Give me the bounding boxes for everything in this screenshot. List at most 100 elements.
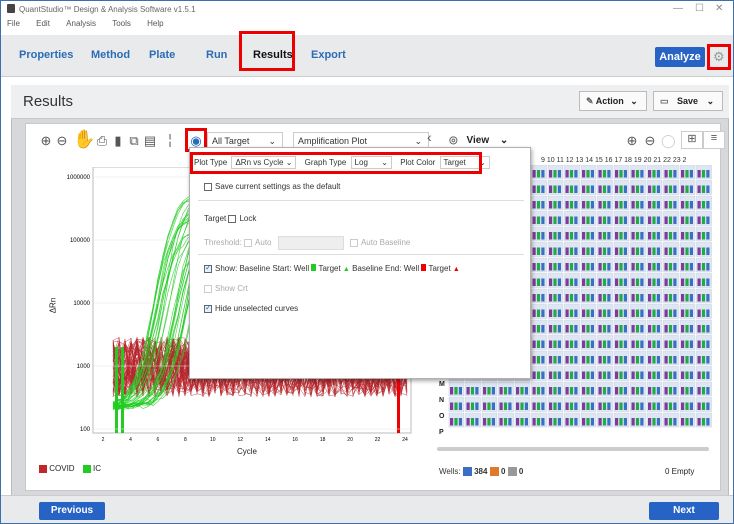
plate-well[interactable] xyxy=(679,288,696,304)
plate-well[interactable] xyxy=(531,335,547,350)
plate-well[interactable] xyxy=(696,304,712,319)
plate-well[interactable] xyxy=(663,335,679,350)
menu-file[interactable]: File xyxy=(7,19,20,28)
plate-well[interactable] xyxy=(597,412,613,428)
plate-well[interactable] xyxy=(646,180,663,195)
plate-well[interactable] xyxy=(630,180,646,195)
plate-well[interactable] xyxy=(613,273,630,288)
plate-well[interactable] xyxy=(613,381,630,397)
plate-well[interactable] xyxy=(663,412,679,428)
plate-well[interactable] xyxy=(580,366,597,381)
plate-well[interactable] xyxy=(597,195,613,211)
plate-well[interactable] xyxy=(630,304,646,319)
plate-well[interactable] xyxy=(663,288,679,304)
show-baseline-checkbox[interactable] xyxy=(204,263,212,273)
plate-well[interactable] xyxy=(547,319,564,335)
plate-well[interactable] xyxy=(696,397,712,412)
plate-well[interactable] xyxy=(580,412,597,428)
plate-well[interactable] xyxy=(679,335,696,350)
plate-well[interactable] xyxy=(696,288,712,304)
plate-well[interactable] xyxy=(564,335,580,350)
plate-well[interactable] xyxy=(613,288,630,304)
plate-well[interactable] xyxy=(531,304,547,319)
plate-well[interactable] xyxy=(646,350,663,366)
plate-well[interactable] xyxy=(580,165,597,180)
plot-color-select[interactable]: Target ⌄ xyxy=(439,156,490,169)
plate-well[interactable] xyxy=(613,257,630,273)
plate-well[interactable] xyxy=(531,226,547,242)
plate-well[interactable] xyxy=(613,366,630,381)
plate-well[interactable] xyxy=(663,257,679,273)
plate-well[interactable] xyxy=(663,397,679,412)
menu-analysis[interactable]: Analysis xyxy=(66,19,96,28)
plate-well[interactable] xyxy=(679,319,696,335)
plate-well[interactable] xyxy=(696,335,712,350)
plate-well[interactable] xyxy=(580,195,597,211)
menu-tools[interactable]: Tools xyxy=(112,19,131,28)
plate-well[interactable] xyxy=(696,350,712,366)
save-default-checkbox[interactable] xyxy=(204,182,212,191)
plate-well[interactable] xyxy=(597,304,613,319)
plate-well[interactable] xyxy=(564,226,580,242)
plate-well[interactable] xyxy=(646,319,663,335)
plate-well[interactable] xyxy=(465,412,481,428)
plate-well[interactable] xyxy=(663,211,679,226)
settings-gear-icon[interactable]: ⚙ xyxy=(713,49,725,65)
plate-well[interactable] xyxy=(663,226,679,242)
tab-export[interactable]: Export xyxy=(311,49,346,61)
plate-well[interactable] xyxy=(564,288,580,304)
plate-well[interactable] xyxy=(564,242,580,257)
plate-well[interactable] xyxy=(547,350,564,366)
plate-well[interactable] xyxy=(679,273,696,288)
plate-well[interactable] xyxy=(564,350,580,366)
hide-unselected-checkbox[interactable] xyxy=(204,303,212,313)
plate-well[interactable] xyxy=(564,319,580,335)
plate-well[interactable] xyxy=(613,226,630,242)
plate-well[interactable] xyxy=(679,366,696,381)
table-icon[interactable]: ▤ xyxy=(143,133,157,149)
plate-well[interactable] xyxy=(630,319,646,335)
plate-well[interactable] xyxy=(580,211,597,226)
plate-well[interactable] xyxy=(564,381,580,397)
zoom-in-icon[interactable]: ⊕ xyxy=(39,133,53,149)
plate-well[interactable] xyxy=(679,412,696,428)
plate-well[interactable] xyxy=(531,211,547,226)
plate-well[interactable] xyxy=(630,242,646,257)
plate-well[interactable] xyxy=(547,226,564,242)
plate-well[interactable] xyxy=(580,319,597,335)
plate-well[interactable] xyxy=(597,211,613,226)
plate-well[interactable] xyxy=(481,381,498,397)
plate-well[interactable] xyxy=(630,350,646,366)
plate-well[interactable] xyxy=(679,257,696,273)
plate-well[interactable] xyxy=(663,304,679,319)
plate-well[interactable] xyxy=(630,288,646,304)
plate-well[interactable] xyxy=(663,195,679,211)
zoom-out-icon[interactable]: ⊖ xyxy=(55,133,69,149)
plate-well[interactable] xyxy=(597,273,613,288)
plate-well[interactable] xyxy=(531,350,547,366)
plate-well[interactable] xyxy=(580,304,597,319)
plate-well[interactable] xyxy=(514,397,531,412)
copy-icon[interactable]: ▮ xyxy=(111,133,125,149)
plate-well[interactable] xyxy=(663,350,679,366)
plate-well[interactable] xyxy=(696,195,712,211)
plate-well[interactable] xyxy=(580,397,597,412)
plate-well[interactable] xyxy=(613,319,630,335)
plate-well[interactable] xyxy=(646,304,663,319)
plot-type-select[interactable]: ΔRn vs Cycle ⌄ xyxy=(231,156,297,169)
plate-well[interactable] xyxy=(547,381,564,397)
plate-well[interactable] xyxy=(547,211,564,226)
plate-well[interactable] xyxy=(531,381,547,397)
plate-well[interactable] xyxy=(679,242,696,257)
plate-well[interactable] xyxy=(663,165,679,180)
plate-well[interactable] xyxy=(547,195,564,211)
tab-plate[interactable]: Plate xyxy=(149,49,175,61)
plate-well[interactable] xyxy=(696,412,712,428)
plate-well[interactable] xyxy=(564,195,580,211)
plate-well[interactable] xyxy=(531,288,547,304)
plate-well[interactable] xyxy=(646,273,663,288)
plate-well[interactable] xyxy=(547,335,564,350)
plate-well[interactable] xyxy=(630,226,646,242)
plate-well[interactable] xyxy=(646,397,663,412)
plate-well[interactable] xyxy=(679,350,696,366)
